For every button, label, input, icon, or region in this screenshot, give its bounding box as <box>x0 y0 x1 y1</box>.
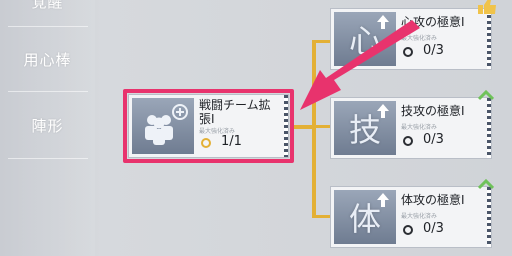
tutorial-highlight-frame <box>123 89 294 163</box>
body-icon-box: 体 <box>334 190 396 244</box>
connector-line <box>294 125 314 129</box>
connector-line <box>312 40 316 218</box>
heart-icon-box: 心 <box>334 12 396 66</box>
node-count: 0/3 <box>423 43 444 58</box>
sidebar-divider <box>8 91 88 92</box>
node-count: 0/3 <box>423 132 444 147</box>
upgrade-chevron-icon <box>478 178 494 190</box>
node-count: 0/3 <box>423 221 444 236</box>
sidebar-item-label: 覚醒 <box>31 0 64 11</box>
sidebar-item-formation[interactable]: 陣形 <box>0 115 95 136</box>
node-title: 心攻の極意Ⅰ <box>401 15 465 29</box>
thumb-up-icon <box>478 0 496 14</box>
sidebar: 覚醒 用心棒 陣形 <box>0 0 95 256</box>
upgrade-chevron-icon <box>478 89 494 101</box>
connector-line <box>312 215 332 218</box>
sidebar-divider <box>8 158 88 159</box>
up-arrow-icon <box>377 104 389 118</box>
up-arrow-icon <box>377 193 389 207</box>
node-title: 体攻の極意Ⅰ <box>401 193 465 207</box>
node-heart-attack[interactable]: 心 心攻の極意Ⅰ 最大強化済み 0/3 <box>330 8 492 70</box>
node-title: 技攻の極意Ⅰ <box>401 104 465 118</box>
sidebar-item-awaken[interactable]: 覚醒 <box>0 0 95 12</box>
sidebar-item-label: 用心棒 <box>23 51 72 69</box>
node-stripe <box>487 98 491 158</box>
progress-ring-icon <box>403 136 413 146</box>
node-stripe <box>487 187 491 247</box>
node-stripe <box>487 9 491 69</box>
progress-ring-icon <box>403 47 413 57</box>
progress-ring-icon <box>403 225 413 235</box>
connector-line <box>312 40 332 43</box>
sidebar-item-label: 陣形 <box>31 117 64 135</box>
node-subtitle: 最大強化済み <box>401 35 438 42</box>
connector-line <box>312 125 332 128</box>
skill-icon-box: 技 <box>334 101 396 155</box>
sidebar-item-bodyguard[interactable]: 用心棒 <box>0 49 95 70</box>
node-body-attack[interactable]: 体 体攻の極意Ⅰ 最大強化済み 0/3 <box>330 186 492 248</box>
node-skill-attack[interactable]: 技 技攻の極意Ⅰ 最大強化済み 0/3 <box>330 97 492 159</box>
node-subtitle: 最大強化済み <box>401 213 438 220</box>
node-subtitle: 最大強化済み <box>401 124 438 131</box>
sidebar-divider <box>8 26 88 27</box>
up-arrow-icon <box>377 15 389 29</box>
